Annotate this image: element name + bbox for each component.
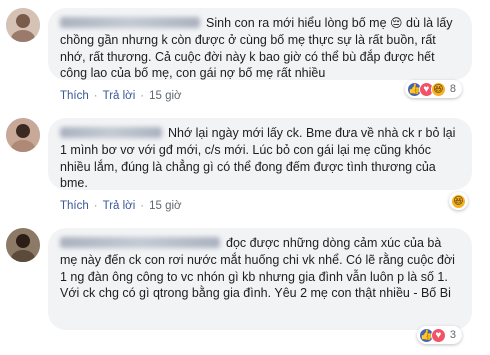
author-name-blurred[interactable] [60,237,220,248]
comment-text: Sinh con ra mới hiểu lòng bố mẹ [206,16,387,30]
profile-photo-icon [6,228,40,262]
separator: · [140,200,145,212]
reply-button[interactable]: Trả lời [103,200,136,212]
comment-actions: Thích · Trả lời · 15 giờ [60,200,182,212]
love-icon: ♥ [430,327,446,343]
comment-bubble: Sinh con ra mới hiểu lòng bố mẹ 😔 dù là … [48,8,472,80]
haha-icon: 😆 [430,81,446,97]
separator: · [93,90,98,102]
reactions-summary[interactable]: 👍 ♥ 3 [416,326,462,344]
avatar[interactable] [6,118,40,152]
author-name-blurred[interactable] [60,17,200,28]
like-button[interactable]: Thích [60,200,89,212]
reaction-count: 3 [449,329,456,341]
like-button[interactable]: Thích [60,90,89,102]
profile-photo-icon [6,118,40,152]
comment-timestamp[interactable]: 15 giờ [149,90,181,102]
haha-icon: 😆 [451,193,466,209]
comment-timestamp[interactable]: 15 giờ [149,200,181,212]
comment-bubble: Nhớ lại ngày mới lấy ck. Bme đưa về nhà … [48,118,472,190]
reactions-summary[interactable]: 😆 [449,192,468,210]
author-name-blurred[interactable] [60,127,162,138]
sad-emoji-icon: 😔 [390,16,403,30]
comment-bubble: đọc được những dòng cảm xúc của bà mẹ nà… [48,228,472,330]
separator: · [140,90,145,102]
avatar[interactable] [6,228,40,262]
profile-photo-icon [6,8,40,42]
reply-button[interactable]: Trả lời [103,90,136,102]
avatar[interactable] [6,8,40,42]
reactions-summary[interactable]: 👍 ♥ 😆 8 [404,80,462,98]
separator: · [93,200,98,212]
reaction-count: 8 [449,83,456,95]
comment-actions: Thích · Trả lời · 15 giờ [60,90,182,102]
